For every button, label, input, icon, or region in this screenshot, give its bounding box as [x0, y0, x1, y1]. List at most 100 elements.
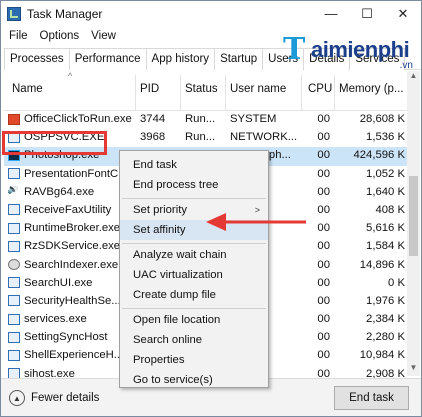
- fewer-details-button[interactable]: ▲ Fewer details: [9, 390, 99, 406]
- minimize-button[interactable]: —: [313, 1, 349, 26]
- ctx-create-dump-file[interactable]: Create dump file: [120, 285, 268, 305]
- process-name: RzSDKService.exe: [8, 240, 136, 252]
- scrollbar-thumb[interactable]: [409, 176, 418, 256]
- column-divider[interactable]: [334, 75, 335, 110]
- process-icon: [8, 277, 20, 289]
- process-memory: 5,616 K: [366, 222, 405, 235]
- process-icon: [8, 259, 20, 270]
- process-cpu: 00: [317, 131, 330, 144]
- fewer-details-label: Fewer details: [31, 392, 100, 404]
- process-cpu: 00: [317, 240, 330, 253]
- process-name-label: ShellExperienceH...: [24, 349, 124, 362]
- menu-view[interactable]: View: [91, 30, 116, 42]
- process-pid: 3968: [140, 131, 166, 144]
- process-name-label: services.exe: [24, 313, 87, 326]
- process-memory: 408 K: [375, 203, 405, 216]
- process-icon: [8, 168, 20, 180]
- process-cpu: 00: [317, 276, 330, 289]
- process-name: SettingSyncHost: [8, 331, 136, 343]
- ctx-end-task[interactable]: End task: [120, 155, 268, 175]
- watermark-domain: .vn: [399, 60, 413, 71]
- tab-startup[interactable]: Startup: [214, 48, 264, 70]
- ctx-end-process-tree[interactable]: End process tree: [120, 175, 268, 195]
- process-icon: [8, 313, 20, 325]
- menu-options[interactable]: Options: [40, 30, 80, 42]
- process-memory: 424,596 K: [353, 149, 405, 162]
- process-cpu: 00: [317, 258, 330, 271]
- column-pid[interactable]: PID: [140, 83, 159, 95]
- ctx-properties[interactable]: Properties: [120, 350, 268, 370]
- end-task-button[interactable]: End task: [334, 386, 409, 410]
- column-divider[interactable]: [301, 75, 302, 110]
- process-status: Run...: [185, 113, 216, 125]
- context-menu: End task End process tree Set priority >…: [119, 150, 269, 388]
- process-status: Run...: [185, 131, 216, 144]
- process-name: PresentationFontC...: [8, 168, 136, 180]
- process-user: NETWORK...: [230, 131, 298, 144]
- column-user-name[interactable]: User name: [230, 83, 286, 95]
- watermark-text: aimienphi: [311, 37, 410, 62]
- process-cpu: 00: [317, 294, 330, 307]
- ctx-search-online[interactable]: Search online: [120, 330, 268, 350]
- menu-separator: [122, 308, 266, 309]
- column-divider[interactable]: [180, 75, 181, 110]
- vertical-scrollbar[interactable]: ▲ ▼: [407, 71, 420, 376]
- process-name: RuntimeBroker.exe: [8, 222, 136, 234]
- column-divider[interactable]: [225, 75, 226, 110]
- process-icon: [8, 186, 20, 197]
- process-memory: 14,896 K: [359, 258, 405, 271]
- process-name-label: RuntimeBroker.exe: [24, 222, 121, 235]
- process-icon: [8, 295, 20, 307]
- process-name: OfficeClickToRun.exe: [8, 113, 136, 125]
- process-name-label: PresentationFontC...: [24, 167, 128, 180]
- process-cpu: 00: [317, 113, 330, 125]
- process-memory: 10,984 K: [359, 349, 405, 362]
- column-memory[interactable]: Memory (p...: [339, 83, 404, 95]
- process-user: SYSTEM: [230, 113, 277, 125]
- process-memory: 1,052 K: [366, 167, 405, 180]
- tab-app-history[interactable]: App history: [145, 48, 216, 70]
- menu-separator: [122, 243, 266, 244]
- tab-processes[interactable]: Processes: [4, 48, 70, 70]
- process-icon: [8, 349, 20, 361]
- scroll-down-icon[interactable]: ▼: [407, 363, 420, 376]
- process-cpu: 00: [317, 149, 330, 162]
- process-name: RAVBg64.exe: [8, 186, 136, 198]
- process-cpu: 00: [317, 167, 330, 180]
- column-cpu[interactable]: CPU: [308, 83, 332, 95]
- column-divider[interactable]: [135, 75, 136, 110]
- ctx-analyze-wait-chain[interactable]: Analyze wait chain: [120, 245, 268, 265]
- process-cpu: 00: [317, 331, 330, 344]
- process-name: ReceiveFaxUtility: [8, 204, 136, 216]
- process-memory: 1,536 K: [366, 131, 405, 144]
- process-pid: 3744: [140, 113, 166, 125]
- column-status[interactable]: Status: [185, 83, 218, 95]
- process-icon: [8, 222, 20, 234]
- process-memory: 1,584 K: [366, 240, 405, 253]
- maximize-button[interactable]: ☐: [349, 1, 385, 26]
- process-name-label: SearchIndexer.exe: [24, 258, 119, 271]
- ctx-set-priority-label: Set priority: [133, 204, 187, 216]
- close-button[interactable]: ✕: [385, 1, 421, 26]
- process-memory: 0 K: [388, 276, 405, 289]
- process-icon: [8, 204, 20, 216]
- column-name[interactable]: Name: [12, 83, 43, 95]
- process-cpu: 00: [317, 349, 330, 362]
- ctx-open-file-location[interactable]: Open file location: [120, 310, 268, 330]
- table-row[interactable]: OfficeClickToRun.exe 3744 Run... SYSTEM 00 28…: [4, 111, 407, 129]
- title-bar: Task Manager — ☐ ✕: [1, 1, 421, 26]
- menu-separator: [122, 198, 266, 199]
- tab-performance[interactable]: Performance: [68, 48, 147, 70]
- task-manager-icon: [7, 6, 21, 21]
- sort-caret-icon: ^: [68, 71, 73, 81]
- scroll-up-icon[interactable]: ▲: [407, 71, 420, 84]
- red-arrow-icon: [206, 213, 306, 231]
- ctx-uac-virtualization[interactable]: UAC virtualization: [120, 265, 268, 285]
- process-memory: 28,608 K: [359, 113, 405, 125]
- process-icon: [8, 331, 20, 343]
- process-name-label: SearchUI.exe: [24, 276, 93, 289]
- watermark-logo-mark: T: [283, 32, 306, 67]
- menu-file[interactable]: File: [9, 30, 28, 42]
- ctx-go-to-services[interactable]: Go to service(s): [120, 370, 268, 390]
- process-icon: [8, 113, 20, 125]
